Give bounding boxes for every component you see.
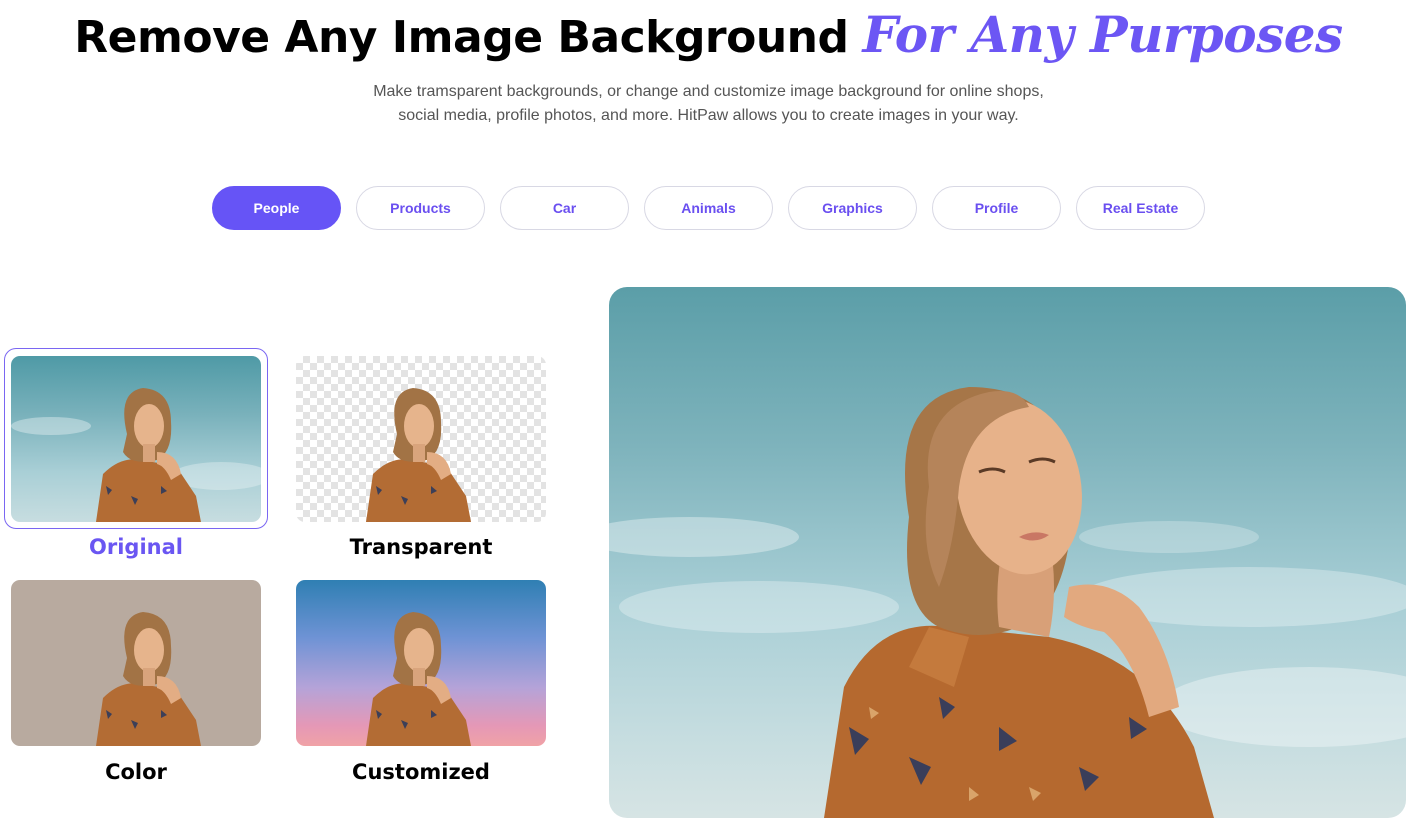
- tab-people[interactable]: People: [212, 186, 341, 230]
- option-original-label[interactable]: Original: [11, 535, 261, 559]
- tab-car[interactable]: Car: [500, 186, 629, 230]
- option-transparent-label[interactable]: Transparent: [296, 535, 546, 559]
- tab-graphics[interactable]: Graphics: [788, 186, 917, 230]
- option-color-label[interactable]: Color: [11, 760, 261, 784]
- tab-products[interactable]: Products: [356, 186, 485, 230]
- person-figure-customized: [366, 612, 471, 746]
- tab-profile[interactable]: Profile: [932, 186, 1061, 230]
- page-headline: Remove Any Image Background For Any Purp…: [0, 0, 1417, 70]
- option-color-thumbnail[interactable]: [11, 580, 261, 746]
- option-customized-thumbnail[interactable]: [296, 580, 546, 746]
- option-original-thumbnail[interactable]: [11, 356, 261, 522]
- person-figure-preview: [609, 387, 1406, 818]
- tab-real-estate[interactable]: Real Estate: [1076, 186, 1205, 230]
- tab-animals[interactable]: Animals: [644, 186, 773, 230]
- subtitle-line-2: social media, profile photos, and more. …: [398, 107, 1019, 124]
- person-figure-color: [96, 612, 201, 746]
- headline-accent: For Any Purposes: [862, 5, 1344, 64]
- option-customized-label[interactable]: Customized: [296, 760, 546, 784]
- person-figure-transparent: [366, 388, 471, 522]
- person-figure-original: [11, 388, 261, 522]
- page-subtitle: Make tramsparent backgrounds, or change …: [0, 80, 1417, 128]
- preview-image: [609, 287, 1406, 818]
- headline-main: Remove Any Image Background: [74, 12, 849, 63]
- option-transparent-thumbnail[interactable]: [296, 356, 546, 522]
- subtitle-line-1: Make tramsparent backgrounds, or change …: [373, 83, 1044, 100]
